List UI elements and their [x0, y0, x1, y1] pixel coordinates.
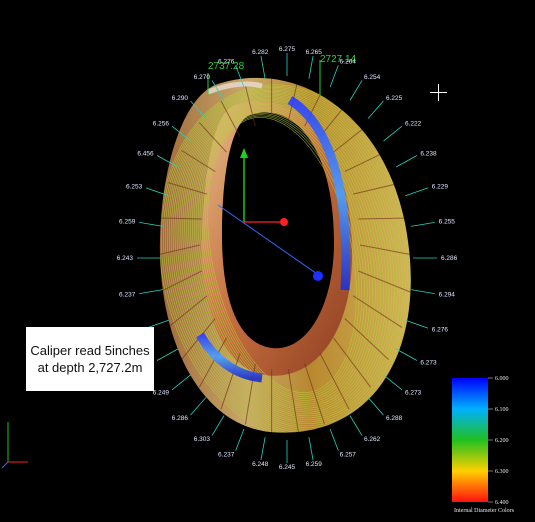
radius-leader-line: [383, 374, 403, 391]
legend-title: Internal Diameter Colors: [454, 508, 515, 514]
radius-label: 6.286: [172, 415, 189, 422]
radius-leader-line: [349, 80, 363, 101]
borehole-3d-canvas[interactable]: 2737.28 2727.14 6.275 6.2656.2646.2546.22…: [0, 0, 535, 522]
radius-label: 6.255: [439, 219, 456, 226]
radius-leader-line: [260, 56, 266, 79]
radius-leader-line: [139, 289, 163, 294]
annotation-caption: Caliper read 5inches at depth 2,727.2m: [26, 327, 154, 391]
radius-label: 6.273: [420, 360, 437, 367]
radius-label: 6.264: [340, 59, 357, 66]
legend-tick-label: 6.300: [495, 469, 509, 475]
radius-label: 6.256: [153, 121, 170, 128]
radius-leader-line: [405, 319, 429, 329]
radius-leader-line: [308, 437, 314, 460]
radius-label: 6.282: [252, 49, 269, 56]
radius-label: 6.288: [386, 415, 403, 422]
legend-tick-label: 6.200: [495, 438, 509, 444]
legend-color-bar: [452, 378, 488, 502]
radius-leader-line: [367, 100, 384, 119]
radius-label: 6.290: [172, 95, 189, 102]
radius-leader-line: [395, 348, 418, 361]
radius-label: 6.222: [405, 121, 422, 128]
radius-leader-line: [190, 397, 207, 416]
radius-label: 6.456: [137, 151, 154, 158]
legend-tick-label: 6.400: [495, 500, 509, 506]
radius-label: 6.265: [306, 49, 323, 56]
radius-leader-line: [329, 428, 339, 451]
radius-label: 6.254: [364, 74, 381, 81]
radius-label: 6.237: [119, 291, 136, 298]
radius-label: 6.276: [218, 59, 235, 66]
crosshair-icon: [430, 84, 447, 101]
radius-label: 6.259: [119, 219, 136, 226]
radius-leader-line: [395, 155, 418, 168]
well-3d-viewer[interactable]: 2737.28 2727.14 6.275 6.265 6.264 6.254 6.22…: [0, 0, 535, 522]
radius-label: 6.270: [194, 74, 211, 81]
cursor-point[interactable]: [280, 218, 288, 226]
radius-label: 6.273: [405, 389, 422, 396]
radius-label: 6.245: [279, 464, 296, 471]
radius-leader-line: [367, 397, 384, 416]
radius-leader-line: [411, 222, 435, 227]
radius-leader-line: [349, 415, 363, 436]
radius-label: 6.238: [420, 151, 437, 158]
radius-label: 6.286: [441, 255, 458, 262]
radius-leader-line: [329, 65, 339, 88]
caption-line-2: at depth 2,727.2m: [37, 360, 143, 375]
diameter-color-legend: 6.000 6.100 6.200 6.300 6.400 Internal Diame…: [452, 376, 515, 514]
radius-leader-line: [156, 348, 179, 361]
radius-leader-line: [411, 289, 435, 294]
radius-label: 6.262: [364, 436, 381, 443]
caption-line-1: Caliper read 5inches: [30, 343, 150, 358]
radius-leader-line: [211, 415, 225, 436]
radius-label: 6.275: [279, 46, 296, 53]
radius-label: 6.237: [218, 451, 235, 458]
radius-label: 6.253: [126, 184, 143, 191]
radius-label: 6.249: [153, 389, 170, 396]
radius-leader-line: [383, 125, 403, 142]
radius-leader-line: [260, 437, 266, 460]
radius-leader-line: [235, 428, 245, 451]
radius-leader-line: [405, 187, 429, 197]
radius-label: 6.294: [439, 291, 456, 298]
radius-label: 6.248: [252, 461, 269, 468]
radius-leader-line: [308, 56, 314, 79]
radius-label: 6.276: [432, 326, 449, 333]
radius-label: 6.259: [306, 461, 323, 468]
depth-marker[interactable]: [313, 271, 323, 281]
radius-leader-line: [139, 222, 163, 227]
legend-tick-label: 6.000: [495, 376, 509, 382]
axis-triad-icon: [1, 422, 28, 469]
legend-tick-label: 6.100: [495, 407, 509, 413]
radius-label: 6.225: [386, 95, 403, 102]
radius-label: 6.257: [340, 451, 357, 458]
radius-label: 6.303: [194, 436, 211, 443]
radius-label: 6.229: [432, 184, 449, 191]
radius-leader-line: [171, 374, 191, 391]
radius-label: 6.243: [117, 255, 134, 262]
